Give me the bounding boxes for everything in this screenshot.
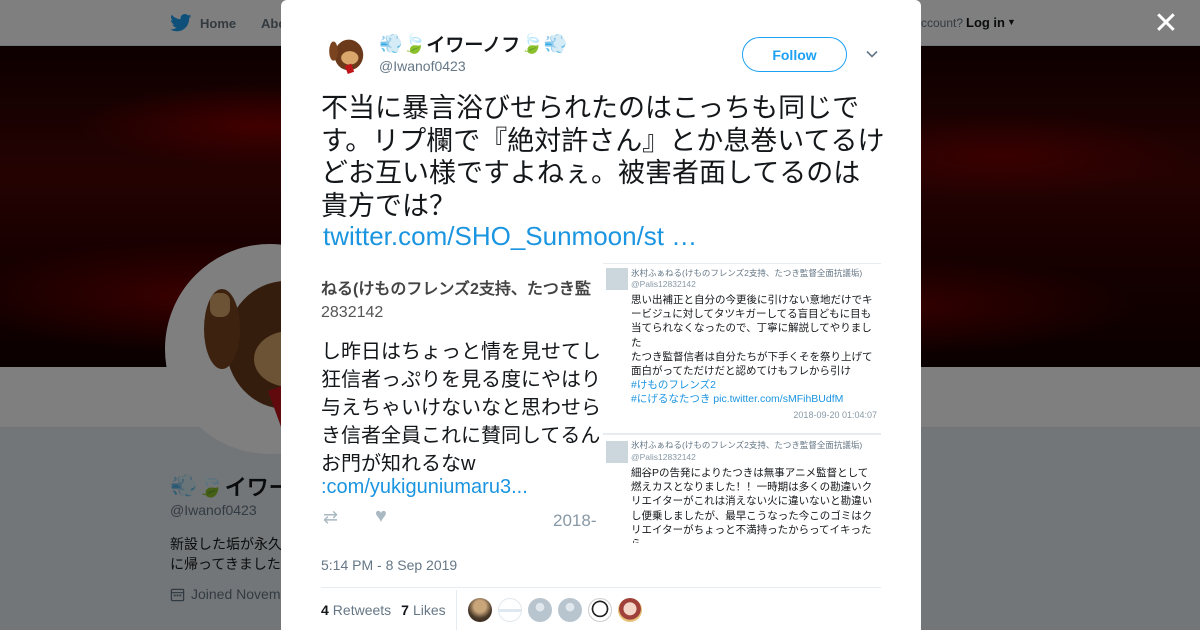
divider (321, 587, 881, 588)
screenshot-body: 思い出補正と自分の今更後に引けない意地だけでキービジュに対してタツキガーしてる盲… (631, 293, 876, 407)
tweet-stats: 4 Retweets 7 Likes (321, 602, 446, 618)
screenshot-text-line: お門が知れるなw (321, 453, 476, 475)
like-label: Likes (412, 602, 446, 618)
screenshot-handle: @Palis12832142 (631, 279, 696, 289)
screenshot-text-line: 与えちゃいけないなと思わせら (321, 397, 601, 419)
stats-separator (456, 590, 457, 630)
screenshot-hashtag: #にげるなたつき (631, 393, 711, 406)
tweet-author-avatar[interactable] (321, 30, 369, 78)
screenshot-handle: @Palis12832142 (631, 452, 696, 462)
screenshot-date: 2018- (553, 511, 597, 530)
screenshot-tweet-card: 氷村ふぁねる(けものフレンズ2支持、たつき監督全面抗議垢) @Palis1283… (603, 433, 881, 543)
retweet-count: 4 (321, 602, 329, 618)
screenshot-avatar (606, 441, 628, 463)
tweet-author-handle[interactable]: @Iwanof0423 (379, 58, 466, 74)
screenshot-header-handle: 2832142 (321, 304, 384, 321)
like-count-link[interactable]: 7 Likes (401, 602, 445, 618)
screenshot-pic-link: pic.twitter.com/sMFihBUdfM (713, 393, 844, 406)
chevron-down-icon[interactable] (864, 46, 880, 62)
liker-avatar[interactable] (558, 598, 582, 622)
retweet-label: Retweets (332, 602, 392, 618)
liker-avatar[interactable] (528, 598, 552, 622)
author-name-text: イワーノフ (426, 35, 521, 56)
tweet-modal: 💨🍃 イワーノフ 🍃💨 @Iwanof0423 Follow 不当に暴言浴びせられた… (281, 0, 921, 630)
screenshot-text-line: き信者全員これに賛同してるん (321, 425, 601, 447)
screenshot-name: 氷村ふぁねる(けものフレンズ2支持、たつき監督全面抗議垢) (631, 440, 863, 450)
screenshot-header-name: ねる(けものフレンズ2支持、たつき監 (321, 281, 591, 298)
follow-button[interactable]: Follow (742, 37, 847, 72)
tweet-media[interactable]: ねる(けものフレンズ2支持、たつき監 2832142 し昨日はちょっと情を見せて… (321, 263, 881, 543)
tweet-timestamp[interactable]: 5:14 PM - 8 Sep 2019 (321, 557, 457, 573)
liker-avatar[interactable] (468, 598, 492, 622)
screenshot-text-line: 狂信者っぷりを見る度にやはり (321, 369, 601, 391)
screenshot-avatar (606, 268, 628, 290)
screenshot-text-line: し昨日はちょっと情を見せてし (321, 341, 601, 363)
screenshot-tweet-card: 氷村ふぁねる(けものフレンズ2支持、たつき監督全面抗議垢) @Palis1283… (603, 263, 881, 431)
liker-avatar[interactable] (618, 598, 642, 622)
leaf-dash-emoji: 🍃💨 (520, 33, 568, 55)
liker-avatar[interactable] (498, 598, 522, 622)
heart-icon: ♥ (375, 505, 387, 527)
screenshot-date: 2018-09-20 01:04:07 (793, 410, 877, 420)
screenshot-body-text: 思い出補正と自分の今更後に引けない意地だけでキービジュに対してタツキガーしてる盲… (631, 294, 873, 378)
tweet-quoted-link[interactable]: twitter.com/SHO_Sunmoon/st … (323, 221, 697, 252)
screenshot-body-text: 細谷Pの告発によりたつきは無事アニメ監督として燃えカスとなりました！！一時期は多… (631, 467, 873, 543)
tweet-author-name[interactable]: 💨🍃 イワーノフ 🍃💨 (379, 30, 568, 57)
media-image-right[interactable]: 氷村ふぁねる(けものフレンズ2支持、たつき監督全面抗議垢) @Palis1283… (603, 263, 881, 543)
media-image-left[interactable]: ねる(けものフレンズ2支持、たつき監 2832142 し昨日はちょっと情を見せて… (321, 263, 601, 543)
like-count: 7 (401, 602, 409, 618)
liker-avatars (468, 598, 642, 622)
retweet-count-link[interactable]: 4 Retweets (321, 602, 391, 618)
dash-leaf-emoji: 💨🍃 (379, 33, 427, 55)
screenshot-name: 氷村ふぁねる(けものフレンズ2支持、たつき監督全面抗議垢) (631, 268, 863, 278)
liker-avatar[interactable] (588, 598, 612, 622)
screenshot-link: :com/yukiguniumaru3... (321, 476, 528, 498)
retweet-icon: ⇄ (323, 507, 339, 527)
close-icon[interactable]: ✕ (1152, 9, 1180, 39)
donkey-kong-avatar-image (321, 30, 369, 78)
tweet-text: 不当に暴言浴びせられたのはこっちも同じです。リプ欄で『絶対許さん』とか息巻いてる… (321, 93, 885, 221)
screenshot-hashtag: #けものフレンズ2 (631, 379, 716, 392)
